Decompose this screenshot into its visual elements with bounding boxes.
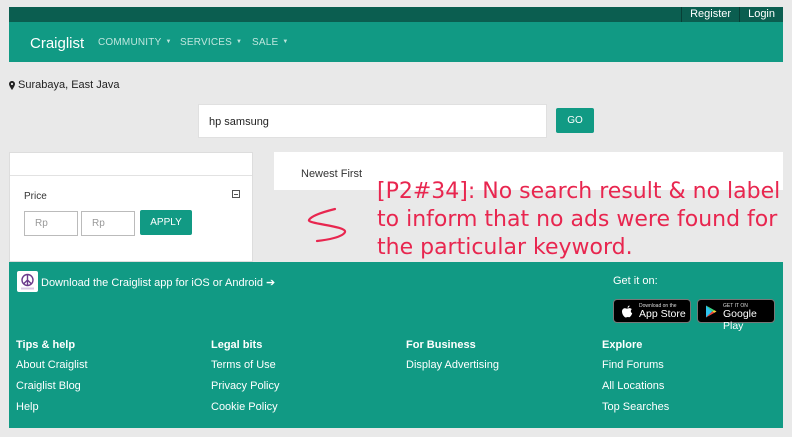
chevron-down-icon: ▼: [282, 39, 289, 45]
annotation-note: [P2#34]: No search result & no label to …: [377, 179, 781, 260]
nav-community-label: COMMUNITY: [98, 37, 162, 48]
filter-panel: Price Rp Rp APPLY: [9, 152, 253, 262]
footer-heading: Explore: [602, 339, 643, 351]
footer-link-top-searches[interactable]: Top Searches: [602, 401, 669, 414]
chevron-down-icon: ▼: [236, 39, 243, 45]
register-link[interactable]: Register: [681, 7, 739, 22]
app-store-text: App Store: [639, 308, 686, 320]
footer-heading: For Business: [406, 339, 476, 351]
google-play-icon: [706, 305, 717, 318]
footer-link-about[interactable]: About Craiglist: [16, 359, 88, 372]
price-max-input[interactable]: Rp: [81, 211, 135, 236]
app-store-badge[interactable]: Download on the App Store: [613, 299, 691, 323]
footer-column-tips: Tips & help About Craiglist Craiglist Bl…: [16, 339, 88, 422]
download-app-link[interactable]: Download the Craiglist app for iOS or An…: [41, 276, 275, 289]
search-go-button[interactable]: GO: [556, 108, 594, 133]
footer-link-advertising[interactable]: Display Advertising: [406, 359, 499, 372]
chevron-down-icon: ▼: [165, 39, 172, 45]
footer-link-locations[interactable]: All Locations: [602, 380, 669, 393]
footer-link-help[interactable]: Help: [16, 401, 88, 414]
footer-link-privacy[interactable]: Privacy Policy: [211, 380, 279, 393]
footer-link-forums[interactable]: Find Forums: [602, 359, 669, 372]
get-it-on-label: Get it on:: [613, 275, 658, 287]
nav-sale-label: SALE: [252, 37, 279, 48]
footer-heading: Tips & help: [16, 339, 76, 351]
google-play-badge[interactable]: GET IT ON Google Play: [697, 299, 775, 332]
footer-heading: Legal bits: [211, 339, 263, 351]
footer-column-explore: Explore Find Forums All Locations Top Se…: [602, 339, 669, 422]
map-pin-icon: [9, 80, 15, 90]
nav-services-label: SERVICES: [180, 37, 232, 48]
top-bar: Register Login: [9, 7, 783, 22]
footer-column-business: For Business Display Advertising: [406, 339, 499, 380]
footer-column-legal: Legal bits Terms of Use Privacy Policy C…: [211, 339, 279, 422]
sort-dropdown[interactable]: Newest First: [301, 168, 362, 180]
apple-icon: [622, 305, 633, 318]
nav-services-menu[interactable]: SERVICES ▼: [180, 37, 242, 48]
brand-logo[interactable]: Craiglist: [30, 35, 84, 52]
main-navbar: Craiglist COMMUNITY ▼ SERVICES ▼ SALE ▼: [9, 22, 783, 62]
apply-filter-button[interactable]: APPLY: [140, 210, 192, 235]
price-filter-label: Price: [24, 191, 47, 202]
annotation-squiggle: [307, 207, 347, 243]
google-play-text: Google Play: [723, 308, 757, 332]
divider: [10, 175, 252, 176]
login-link[interactable]: Login: [739, 7, 783, 22]
nav-sale-menu[interactable]: SALE ▼: [252, 37, 289, 48]
collapse-icon[interactable]: [232, 190, 240, 198]
footer-link-blog[interactable]: Craiglist Blog: [16, 380, 88, 393]
footer-link-cookie[interactable]: Cookie Policy: [211, 401, 279, 414]
price-min-input[interactable]: Rp: [24, 211, 78, 236]
location-text: Surabaya, East Java: [18, 79, 120, 91]
search-input[interactable]: hp samsung: [198, 104, 547, 138]
craiglist-app-logo: [17, 271, 38, 292]
nav-community-menu[interactable]: COMMUNITY ▼: [98, 37, 172, 48]
footer: Download the Craiglist app for iOS or An…: [9, 262, 783, 428]
footer-link-terms[interactable]: Terms of Use: [211, 359, 279, 372]
location-selector[interactable]: Surabaya, East Java: [9, 79, 120, 91]
account-links: Register Login: [681, 7, 783, 22]
